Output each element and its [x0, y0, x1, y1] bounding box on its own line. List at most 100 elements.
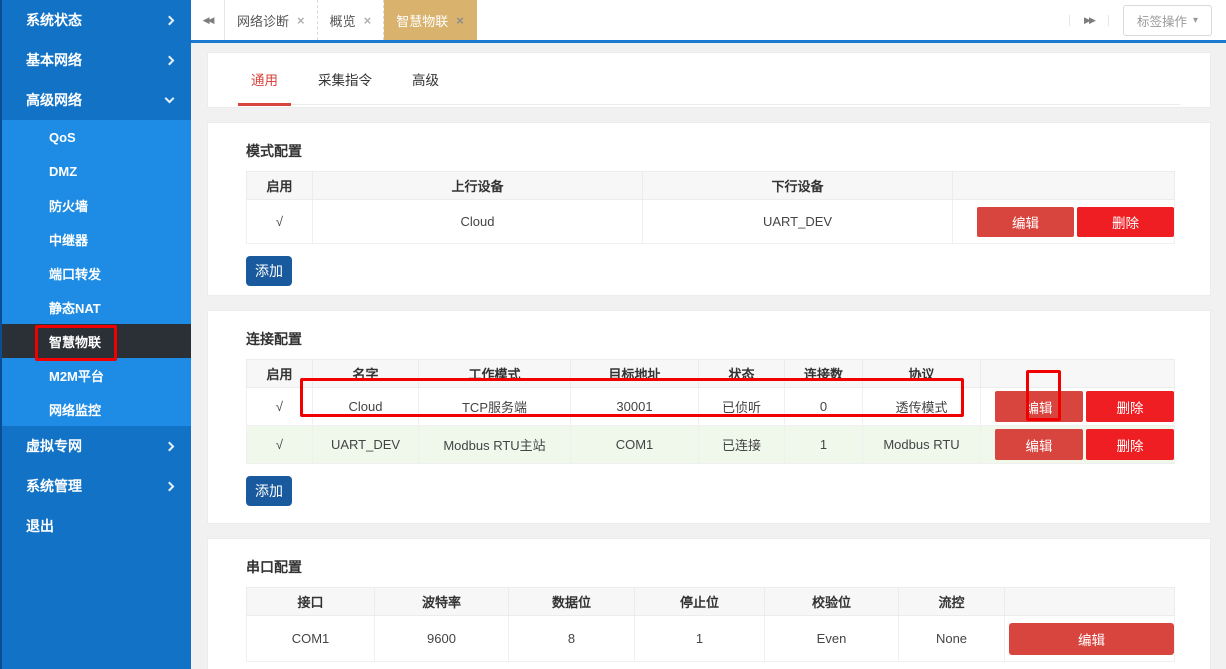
- cell-target-address: 30001: [571, 388, 699, 426]
- tab-label: 智慧物联: [396, 11, 448, 30]
- tab-bar-right-group: ▶▶ 标签操作 ▾: [1069, 0, 1226, 40]
- tab-general[interactable]: 通用: [238, 53, 291, 104]
- sidebar-item-firewall[interactable]: 防火墙: [2, 188, 191, 222]
- edit-button[interactable]: 编辑: [1009, 623, 1174, 655]
- sidebar-item-label: 退出: [26, 516, 54, 536]
- sidebar-item-vpn[interactable]: 虚拟专网: [2, 426, 191, 466]
- delete-button[interactable]: 删除: [1086, 391, 1174, 422]
- sidebar-item-basic-network[interactable]: 基本网络: [2, 40, 191, 80]
- sidebar-item-logout[interactable]: 退出: [2, 506, 191, 546]
- column-header: 波特率: [375, 588, 509, 616]
- cell-enabled: √: [247, 200, 313, 244]
- content-tabs-panel: 通用 采集指令 高级: [207, 52, 1211, 108]
- app-window: 系统状态 基本网络 高级网络 QoS DMZ 防火墙 中继器 端口转发 静态NA…: [0, 0, 1226, 669]
- tab-bar: ◀◀ 网络诊断 × 概览 × 智慧物联 × ▶▶ 标签操作 ▾: [191, 0, 1226, 43]
- table-row-cloud: √ Cloud TCP服务端 30001 已侦听 0 透传模式 编辑 删除: [247, 388, 1175, 426]
- sidebar-item-label: 基本网络: [26, 50, 82, 70]
- sidebar-item-system-management[interactable]: 系统管理: [2, 466, 191, 506]
- serial-config-section: 串口配置 接口 波特率 数据位 停止位 校验位 流控 COM1 960: [207, 538, 1211, 669]
- sidebar-item-static-nat[interactable]: 静态NAT: [2, 290, 191, 324]
- column-header-actions: [1005, 588, 1175, 616]
- column-header: 目标地址: [571, 360, 699, 388]
- column-header: 校验位: [765, 588, 899, 616]
- add-button[interactable]: 添加: [246, 476, 292, 506]
- sidebar-item-repeater[interactable]: 中继器: [2, 222, 191, 256]
- column-header: 接口: [247, 588, 375, 616]
- section-title: 连接配置: [246, 329, 1172, 349]
- tab-label: 概览: [330, 11, 356, 30]
- table-header-row: 启用 上行设备 下行设备: [247, 172, 1175, 200]
- column-header: 名字: [313, 360, 419, 388]
- table-header-row: 启用 名字 工作模式 目标地址 状态 连接数 协议: [247, 360, 1175, 388]
- chevron-right-icon: [165, 481, 175, 491]
- column-header-actions: [953, 172, 1175, 200]
- sidebar-item-port-forwarding[interactable]: 端口转发: [2, 256, 191, 290]
- cell-parity: Even: [765, 616, 899, 662]
- edit-button[interactable]: 编辑: [977, 207, 1074, 237]
- close-icon[interactable]: ×: [297, 13, 305, 28]
- edit-button[interactable]: 编辑: [995, 429, 1083, 460]
- column-header: 启用: [247, 360, 313, 388]
- sidebar-item-smart-iot[interactable]: 智慧物联: [2, 324, 191, 358]
- cell-data-bits: 8: [509, 616, 635, 662]
- close-icon[interactable]: ×: [456, 13, 464, 28]
- column-header: 工作模式: [419, 360, 571, 388]
- cell-target-address: COM1: [571, 426, 699, 464]
- cell-stop-bits: 1: [635, 616, 765, 662]
- sidebar-item-advanced-network[interactable]: 高级网络: [2, 80, 191, 120]
- cell-baud-rate: 9600: [375, 616, 509, 662]
- chevron-right-icon: [165, 441, 175, 451]
- column-header: 数据位: [509, 588, 635, 616]
- chevron-right-icon: [165, 15, 175, 25]
- cell-enabled: √: [247, 388, 313, 426]
- close-icon[interactable]: ×: [364, 13, 372, 28]
- chevron-down-icon: ▾: [1193, 15, 1198, 26]
- cell-protocol: Modbus RTU: [863, 426, 981, 464]
- cell-interface: COM1: [247, 616, 375, 662]
- column-header-actions: [981, 360, 1175, 388]
- cell-name: Cloud: [313, 388, 419, 426]
- mode-config-table: 启用 上行设备 下行设备 √ Cloud UART_DEV 编辑 删除: [246, 171, 1175, 244]
- cell-status: 已连接: [699, 426, 785, 464]
- chevron-right-icon: [165, 55, 175, 65]
- sidebar-item-dmz[interactable]: DMZ: [2, 154, 191, 188]
- tab-collect-commands[interactable]: 采集指令: [305, 53, 385, 104]
- connection-config-table: 启用 名字 工作模式 目标地址 状态 连接数 协议 √ Cloud TCP服务端…: [246, 359, 1175, 464]
- tab-smart-iot[interactable]: 智慧物联 ×: [384, 0, 477, 40]
- sidebar-item-network-monitor[interactable]: 网络监控: [2, 392, 191, 426]
- cell-actions: 编辑 删除: [981, 426, 1175, 464]
- cell-connection-count: 1: [785, 426, 863, 464]
- table-row: √ Cloud UART_DEV 编辑 删除: [247, 200, 1175, 244]
- tab-label: 网络诊断: [237, 11, 289, 30]
- tab-advanced[interactable]: 高级: [399, 53, 452, 104]
- table-row: COM1 9600 8 1 Even None 编辑: [247, 616, 1175, 662]
- column-header: 停止位: [635, 588, 765, 616]
- tab-operations-label: 标签操作: [1137, 11, 1187, 30]
- cell-actions: 编辑: [1005, 616, 1175, 662]
- sidebar-item-qos[interactable]: QoS: [2, 120, 191, 154]
- column-header: 流控: [899, 588, 1005, 616]
- mode-config-section: 模式配置 启用 上行设备 下行设备 √ Cloud UART_DEV 编辑: [207, 122, 1211, 296]
- main-content: 通用 采集指令 高级 模式配置 启用 上行设备 下行设备 √ Cloud UAR…: [191, 43, 1226, 669]
- scroll-tabs-right-button[interactable]: ▶▶: [1069, 15, 1109, 26]
- cell-upstream-device: Cloud: [313, 200, 643, 244]
- scroll-tabs-left-button[interactable]: ◀◀: [191, 0, 225, 40]
- section-title: 模式配置: [246, 141, 1172, 161]
- serial-config-table: 接口 波特率 数据位 停止位 校验位 流控 COM1 9600 8 1 Even…: [246, 587, 1175, 662]
- sidebar: 系统状态 基本网络 高级网络 QoS DMZ 防火墙 中继器 端口转发 静态NA…: [0, 0, 191, 669]
- sidebar-item-m2m-platform[interactable]: M2M平台: [2, 358, 191, 392]
- delete-button[interactable]: 删除: [1077, 207, 1174, 237]
- sidebar-item-system-status[interactable]: 系统状态: [2, 0, 191, 40]
- cell-name: UART_DEV: [313, 426, 419, 464]
- cell-enabled: √: [247, 426, 313, 464]
- sidebar-item-label: 虚拟专网: [26, 436, 82, 456]
- edit-button[interactable]: 编辑: [995, 391, 1083, 422]
- column-header: 连接数: [785, 360, 863, 388]
- cell-flow-control: None: [899, 616, 1005, 662]
- add-button[interactable]: 添加: [246, 256, 292, 286]
- tab-operations-dropdown[interactable]: 标签操作 ▾: [1123, 5, 1212, 36]
- tab-network-diagnosis[interactable]: 网络诊断 ×: [225, 0, 318, 40]
- tab-overview[interactable]: 概览 ×: [318, 0, 385, 40]
- delete-button[interactable]: 删除: [1086, 429, 1174, 460]
- column-header: 启用: [247, 172, 313, 200]
